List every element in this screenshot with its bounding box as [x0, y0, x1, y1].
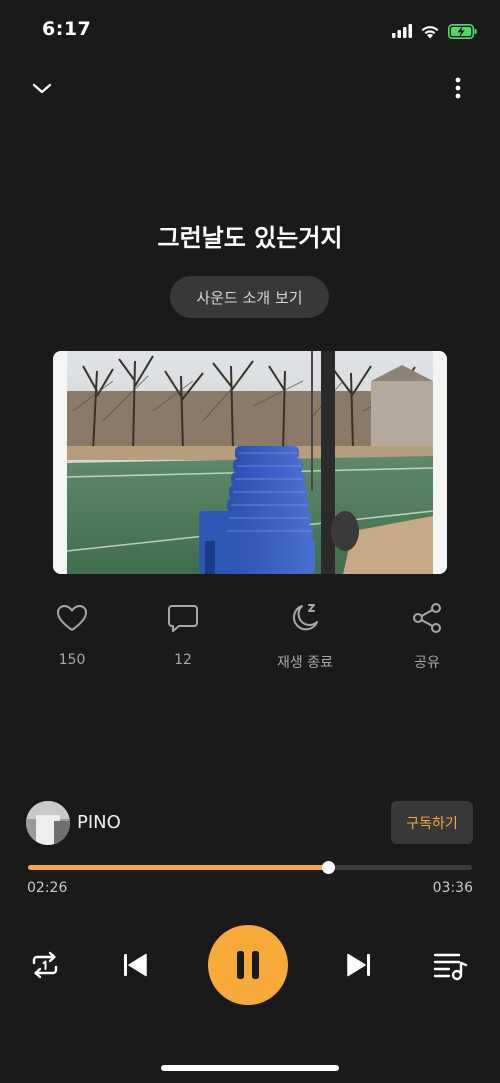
comment-icon	[168, 605, 198, 632]
more-options-button[interactable]	[444, 74, 472, 102]
playlist-icon	[433, 953, 468, 981]
previous-button[interactable]	[117, 947, 153, 983]
album-artwork	[53, 351, 447, 574]
battery-charging-icon	[448, 23, 477, 39]
comment-count: 12	[174, 652, 192, 668]
avatar-image	[26, 801, 70, 845]
repeat-button[interactable]	[27, 947, 63, 983]
status-time: 6:17	[42, 18, 92, 40]
share-icon	[413, 603, 441, 633]
home-indicator	[161, 1065, 339, 1071]
chevron-down-icon	[32, 83, 52, 94]
sleep-timer-label: 재생 종료	[277, 655, 333, 671]
artwork-image	[53, 351, 447, 574]
play-pause-button[interactable]	[208, 925, 288, 1005]
track-title: 그런날도 있는거지	[157, 224, 343, 252]
collapse-button[interactable]	[28, 74, 56, 102]
moon-sleep-icon	[292, 604, 318, 631]
sleep-timer-action[interactable]: 재생 종료	[250, 600, 360, 672]
wifi-icon	[421, 25, 439, 38]
more-vertical-icon	[455, 77, 461, 99]
subscribe-button[interactable]: 구독하기	[391, 801, 473, 844]
pause-icon	[237, 951, 259, 979]
heart-icon	[57, 605, 87, 631]
artist-name[interactable]: PINO	[77, 812, 121, 833]
playlist-button[interactable]	[433, 947, 469, 983]
artist-avatar[interactable]	[26, 801, 70, 845]
repeat-one-icon	[32, 951, 58, 979]
cellular-signal-icon	[392, 24, 412, 38]
status-icons	[392, 20, 478, 42]
progress-thumb[interactable]	[322, 861, 335, 874]
like-action[interactable]: 150	[17, 600, 127, 668]
next-button[interactable]	[341, 947, 377, 983]
sound-intro-button[interactable]: 사운드 소개 보기	[170, 276, 329, 318]
comment-action[interactable]: 12	[128, 600, 238, 668]
like-count: 150	[58, 652, 86, 668]
skip-previous-icon	[124, 953, 147, 977]
total-time: 03:36	[432, 880, 473, 896]
share-action[interactable]: 공유	[372, 600, 482, 672]
skip-next-icon	[347, 953, 370, 977]
progress-bar[interactable]	[28, 861, 472, 874]
elapsed-time: 02:26	[27, 880, 68, 896]
share-label: 공유	[414, 655, 440, 671]
progress-fill	[28, 865, 328, 870]
